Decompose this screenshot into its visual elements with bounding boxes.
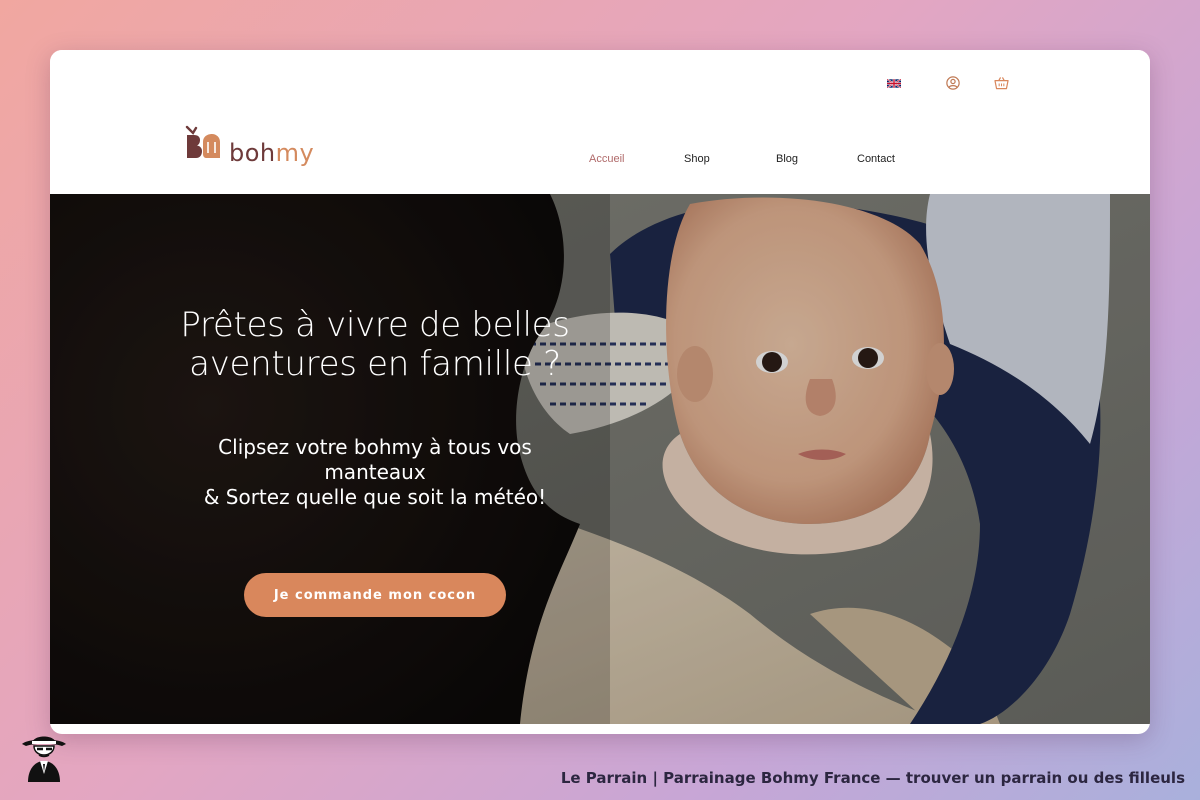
site-header: bohmy Accueil Shop Blog Contact bbox=[50, 50, 1150, 194]
hero-subtitle-line2: & Sortez quelle que soit la météo! bbox=[203, 485, 547, 509]
le-parrain-mascot-logo[interactable] bbox=[18, 728, 70, 782]
main-nav: Accueil Shop Blog Contact bbox=[50, 153, 1150, 169]
hero-subtitle: Clipsez votre bohmy à tous vos manteaux … bbox=[170, 435, 580, 510]
basket-icon[interactable] bbox=[994, 76, 1009, 90]
hero-title: Prêtes à vivre de belles aventures en fa… bbox=[180, 305, 570, 385]
user-circle-icon[interactable] bbox=[946, 76, 960, 90]
website-screenshot-card: bohmy Accueil Shop Blog Contact Prêtes à… bbox=[50, 50, 1150, 734]
nav-item-shop[interactable]: Shop bbox=[684, 153, 710, 165]
order-cocoon-button[interactable]: Je commande mon cocon bbox=[244, 573, 506, 617]
uk-flag-icon[interactable] bbox=[887, 79, 901, 88]
hero-section: Prêtes à vivre de belles aventures en fa… bbox=[50, 194, 1150, 724]
footer-page-title: Le Parrain | Parrainage Bohmy France — t… bbox=[560, 769, 1185, 787]
nav-item-contact[interactable]: Contact bbox=[857, 153, 895, 165]
hero-subtitle-line1: Clipsez votre bohmy à tous vos manteaux bbox=[218, 435, 532, 484]
nav-item-accueil[interactable]: Accueil bbox=[589, 153, 624, 165]
nav-item-blog[interactable]: Blog bbox=[776, 153, 798, 165]
